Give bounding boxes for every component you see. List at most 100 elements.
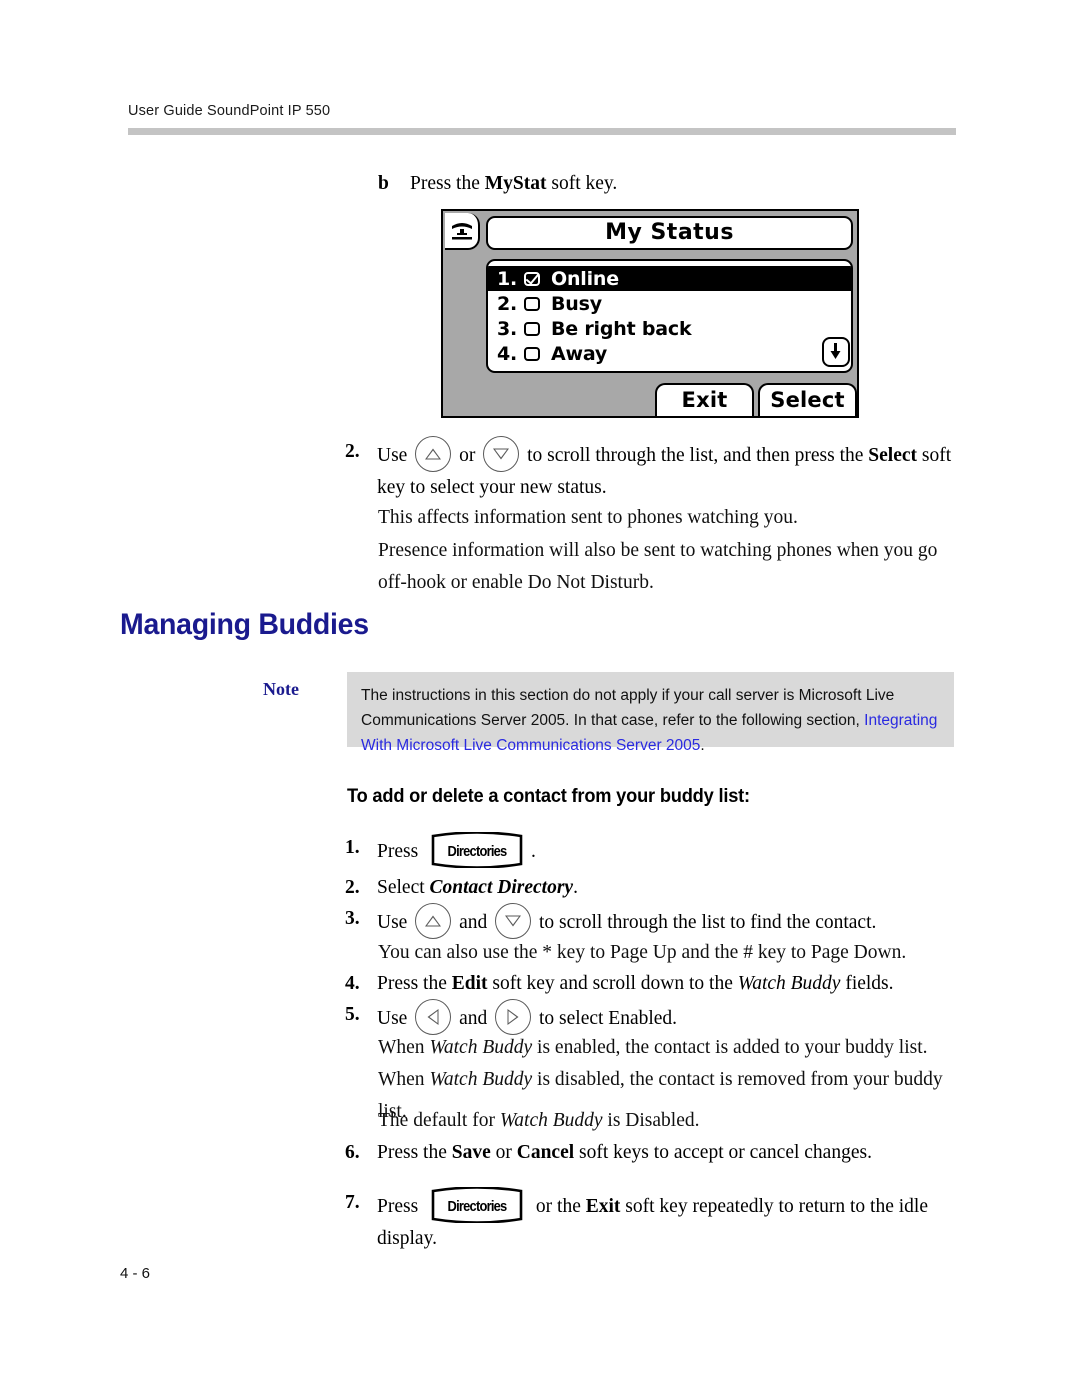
checkbox-empty-icon (524, 321, 540, 336)
directories-key-label: Directories (447, 1198, 508, 1215)
phone-status-list: 1. Online 2. Busy 3. Be right back 4. Aw… (486, 259, 853, 373)
step-7-part2: or the (531, 1196, 586, 1217)
step-2b-part2: . (573, 877, 578, 898)
checkbox-checked-icon (524, 271, 540, 286)
step-5-default-italic: Watch Buddy (499, 1110, 603, 1131)
step-3-marker: 3. (345, 908, 360, 929)
status-list-item[interactable]: 2. Busy (488, 291, 851, 316)
step-6-part3: soft keys to accept or cancel changes. (574, 1142, 872, 1163)
step-2-text: Use or to scroll through the list, and t… (377, 436, 960, 503)
step-6-part2: or (490, 1142, 517, 1163)
status-item-label: Busy (551, 292, 602, 315)
directories-key-label: Directories (447, 843, 508, 860)
status-item-number: 2. (497, 292, 518, 315)
checkbox-empty-icon (524, 346, 540, 361)
step-3-part2: and (454, 912, 493, 933)
step-2-para-1: This affects information sent to phones … (378, 507, 798, 528)
step-5-default-a: The default for (378, 1110, 500, 1131)
step-1-text: Press Directories. (377, 832, 960, 868)
softkey-exit[interactable]: Exit (655, 383, 754, 416)
step-6-marker: 6. (345, 1142, 360, 1163)
step-2-marker: 2. (345, 441, 360, 462)
procedure-step-1: 1. Press Directories. (345, 832, 960, 868)
note-label: Note (263, 679, 299, 699)
step-2-part3: to scroll through the list, and then pre… (522, 445, 869, 466)
step-7-bold: Exit (585, 1196, 621, 1217)
status-list-item[interactable]: 1. Online (488, 266, 851, 291)
step-2-part2: or (454, 445, 481, 466)
step-1-marker: 1. (345, 837, 360, 858)
step-5-extra-2: The default for Watch Buddy is Disabled. (378, 1105, 958, 1137)
step-2b-text: Select Contact Directory. (377, 872, 960, 903)
note-box: The instructions in this section do not … (347, 672, 954, 754)
status-item-label: Online (551, 267, 619, 290)
up-arrow-key-icon (415, 903, 452, 939)
phone-screen-illustration: My Status 1. Online 2. Busy 3. Be right … (441, 209, 859, 418)
header-rule (128, 128, 956, 135)
phone-softkey-row: Exit Select (655, 383, 857, 416)
step-5-extra-italic-2: Watch Buddy (429, 1068, 533, 1090)
running-header: User Guide SoundPoint IP 550 (128, 103, 331, 119)
step-2-part1: Use (377, 445, 413, 466)
step-5-extra-italic-1: Watch Buddy (429, 1037, 533, 1058)
procedure-step-5: 5. Use and to select Enabled. (345, 999, 975, 1035)
step-5-part1: Use (377, 1008, 413, 1029)
step-4-part1: Press the (377, 973, 452, 994)
procedure-step-7: 7. Press Directories or the Exit soft ke… (345, 1187, 975, 1254)
procedure-step-6: 6. Press the Save or Cancel soft keys to… (345, 1137, 975, 1168)
checkbox-empty-icon (524, 296, 540, 311)
step-b-marker: b (378, 173, 389, 194)
left-arrow-key-icon (415, 999, 452, 1035)
status-list-item[interactable]: 3. Be right back (488, 316, 851, 341)
status-item-number: 4. (497, 342, 518, 365)
step-4-marker: 4. (345, 973, 360, 994)
step-2-para-2: Presence information will also be sent t… (378, 540, 938, 593)
softkey-select[interactable]: Select (758, 383, 857, 416)
status-item-number: 1. (497, 267, 518, 290)
step-2b-marker: 2. (345, 877, 360, 898)
step-b-text-after: soft key. (546, 173, 618, 194)
step-5-part3: to select Enabled. (534, 1008, 678, 1029)
down-arrow-key-icon (483, 436, 520, 472)
step-3-extra: You can also use the * key to Page Up an… (378, 942, 907, 963)
step-5-default-b: is Disabled. (602, 1110, 700, 1131)
step-2b-part1: Select (377, 877, 430, 898)
step-4-text: Press the Edit soft key and scroll down … (377, 968, 975, 999)
note-text-2: . (700, 737, 705, 755)
step-6-bold-1: Save (451, 1142, 491, 1163)
step-3-text: Use and to scroll through the list to fi… (377, 903, 975, 939)
step-4-italic: Watch Buddy (737, 973, 841, 994)
scroll-down-icon[interactable] (822, 337, 850, 367)
step-7-part1: Press (377, 1196, 424, 1217)
step-3-part3: to scroll through the list to find the c… (534, 912, 877, 933)
step-6-part1: Press the (377, 1142, 452, 1163)
page-title: Managing Buddies (120, 608, 369, 641)
step-b-text-before: Press the (410, 173, 485, 194)
step-3-part1: Use (377, 912, 413, 933)
step-7-text: Press Directories or the Exit soft key r… (377, 1187, 975, 1254)
status-list-item[interactable]: 4. Away (488, 341, 851, 366)
step-4-part3: fields. (840, 973, 894, 994)
step-1-part1: Press (377, 841, 424, 862)
step-5-part2: and (454, 1008, 493, 1029)
status-item-number: 3. (497, 317, 518, 340)
procedure-step-4: 4. Press the Edit soft key and scroll do… (345, 968, 975, 999)
status-item-label: Be right back (551, 317, 692, 340)
step-2b-italic: Contact Directory (429, 877, 574, 898)
step-1-part2: . (531, 841, 536, 862)
step-b: b Press the MyStat soft key. (378, 168, 958, 199)
procedure-heading: To add or delete a contact from your bud… (347, 786, 750, 807)
up-arrow-key-icon (415, 436, 452, 472)
step-5-text: Use and to select Enabled. (377, 999, 975, 1035)
step-2-bold: Select (868, 445, 918, 466)
down-arrow-key-icon (495, 903, 532, 939)
step-4-bold: Edit (451, 973, 488, 994)
directories-key-icon[interactable]: Directories (429, 832, 525, 868)
phone-screen-title: My Status (486, 216, 853, 250)
step-b-text: Press the MyStat soft key. (410, 168, 958, 199)
page-number: 4 - 6 (120, 1265, 151, 1282)
step-6-text: Press the Save or Cancel soft keys to ac… (377, 1137, 975, 1168)
step-2: 2. Use or to scroll through the list, an… (345, 436, 960, 503)
directories-key-icon[interactable]: Directories (429, 1187, 525, 1223)
right-arrow-key-icon (495, 999, 532, 1035)
